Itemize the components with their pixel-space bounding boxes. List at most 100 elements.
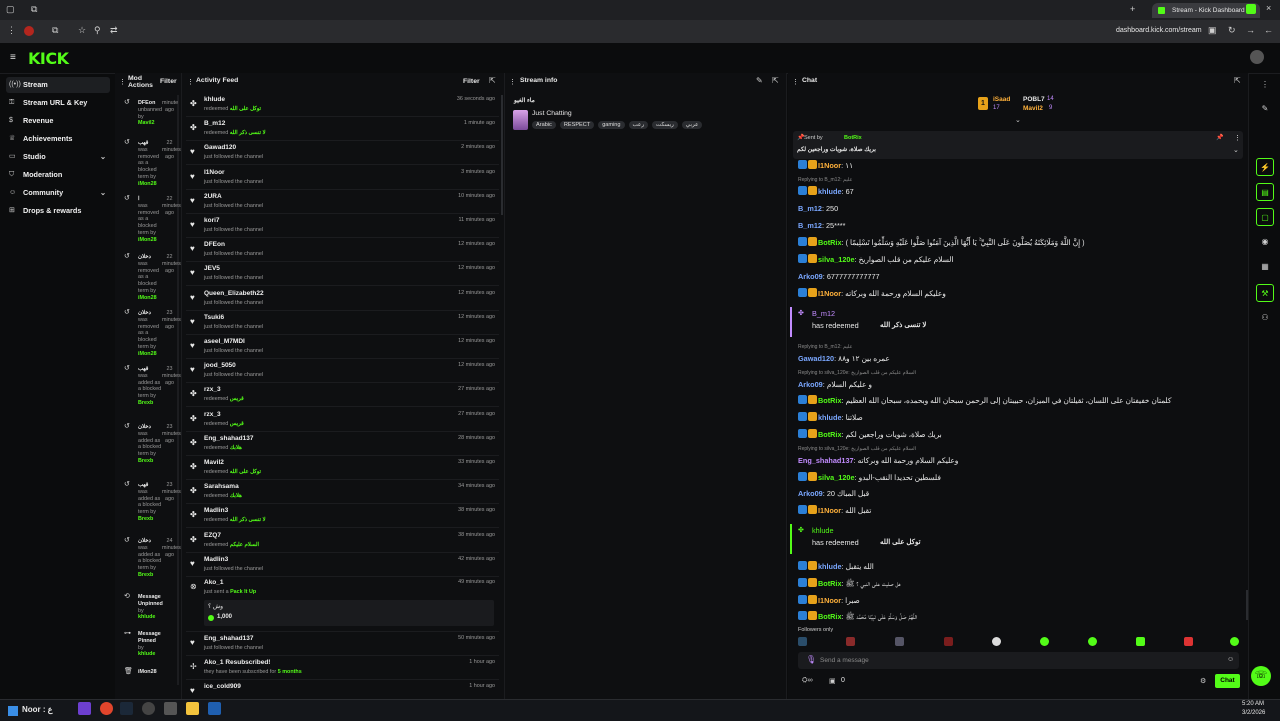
chevron-down-icon[interactable]: ⌄ — [1233, 146, 1239, 154]
emote-picker-icon[interactable]: ☺ — [1227, 656, 1234, 663]
more-vert-icon[interactable]: ⋮ — [7, 25, 16, 36]
mod-action-by[interactable]: Brexb — [122, 572, 177, 579]
reply-context[interactable]: Replying to B_m12: عليم — [798, 177, 853, 183]
help-chat-button[interactable]: ☏ — [1251, 666, 1271, 686]
more-vert-icon[interactable]: ⋮ — [1256, 76, 1274, 94]
chat-username[interactable]: Gawad120 — [798, 354, 834, 363]
feed-username[interactable]: JEV5 — [204, 265, 220, 272]
scrollbar[interactable] — [177, 95, 179, 685]
browser-tab[interactable]: Stream - Kick Dashboard × — [1152, 3, 1260, 18]
feed-username[interactable]: Eng_shahad137 — [204, 635, 254, 642]
clock-date[interactable]: 3/2/2026 — [1242, 710, 1265, 716]
popout-icon[interactable]: ⇱ — [489, 76, 496, 85]
points-icon[interactable]: ⛭∞ — [802, 677, 813, 685]
chat-settings-icon[interactable]: ⚙ — [1200, 677, 1206, 685]
mod-action-by[interactable]: iMon28 — [122, 237, 177, 244]
feed-row[interactable]: ♥ aseel_M7MDI just followed the channel 12 … — [186, 335, 499, 359]
leader-name[interactable]: iSaad — [993, 96, 1010, 103]
feed-row[interactable]: ✤ B_m12 redeemed لا تنسى ذكر الله 1 minute … — [186, 117, 499, 142]
feed-username[interactable]: Madlin3 — [204, 556, 228, 563]
feed-row[interactable]: ♥ Queen_Elizabeth22 just followed the chan… — [186, 287, 499, 311]
feed-row[interactable]: ♥ JEV5 just followed the channel 12 minutes… — [186, 262, 499, 287]
chat-username[interactable]: Eng_shahad137 — [798, 456, 854, 465]
folder-taskbar-icon[interactable] — [186, 702, 199, 715]
mod-action-by[interactable]: Brexb — [122, 458, 177, 465]
chat-username[interactable]: khlude — [818, 413, 842, 422]
extensions-icon[interactable]: ⧉ — [52, 25, 58, 36]
drag-handle-icon[interactable]: ⋮ — [187, 78, 194, 86]
feed-row[interactable]: ✤ Mavil2 redeemed توكل على الله 33 minutes … — [186, 456, 499, 480]
back-icon[interactable]: ← — [1264, 25, 1273, 35]
wrench-icon[interactable]: ⚒ — [1256, 284, 1274, 302]
chevron-down-icon[interactable]: ⌄ — [1015, 116, 1021, 124]
chrome-taskbar-icon[interactable] — [100, 702, 113, 715]
emote-icon[interactable] — [1184, 637, 1193, 646]
app-taskbar-icon[interactable] — [208, 702, 221, 715]
window-close-icon[interactable]: × — [1266, 3, 1271, 13]
kick-logo[interactable]: KICK — [28, 49, 69, 68]
feed-username[interactable]: Gawad120 — [204, 144, 236, 151]
chat-username[interactable]: B_m12 — [798, 221, 822, 230]
edit-icon[interactable]: ✎ — [1256, 100, 1274, 118]
chat-username[interactable]: Arko09 — [798, 489, 823, 498]
emote-icon[interactable] — [1088, 637, 1097, 646]
chat-username[interactable]: Arko09 — [798, 380, 823, 389]
chat-username[interactable]: Arko09 — [798, 272, 823, 281]
scrollbar[interactable] — [1246, 590, 1248, 620]
feed-row[interactable]: ♥ Madlin3 just followed the channel 42 minu… — [186, 553, 499, 577]
feed-row[interactable]: ♥ DFEon just followed the channel 12 minute… — [186, 238, 499, 263]
chat-username[interactable]: I1Noor — [818, 506, 841, 515]
windows-start-icon[interactable] — [8, 706, 18, 716]
app-taskbar-icon[interactable] — [78, 702, 91, 715]
mod-action-by[interactable]: Mavil2 — [122, 120, 177, 127]
more-options-icon[interactable]: ⋮ — [1234, 134, 1241, 142]
chat-username[interactable]: I1Noor — [818, 596, 841, 605]
feed-username[interactable]: Queen_Elizabeth22 — [204, 290, 264, 297]
group-icon[interactable]: ⚇ — [1256, 309, 1274, 327]
emote-icon[interactable] — [944, 637, 953, 646]
unpin-icon[interactable]: 📌 — [1216, 134, 1223, 141]
scrollbar[interactable] — [501, 95, 503, 215]
feed-username[interactable]: Ako_1 Resubscribed! — [204, 659, 270, 666]
activity-feed-filter-button[interactable]: Filter — [463, 78, 480, 85]
emote-icon[interactable] — [1040, 637, 1049, 646]
steam-taskbar-icon[interactable] — [120, 702, 133, 715]
feed-username[interactable]: rzx_3 — [204, 411, 221, 418]
mod-action-by[interactable]: Brexb — [122, 516, 177, 523]
feed-row[interactable]: ✤ Eng_shahad137 redeemed هلابك 28 minutes a… — [186, 432, 499, 456]
taskbar-preview[interactable]: Noor : ع — [22, 705, 53, 714]
mod-action-by[interactable]: iMon28 — [122, 295, 177, 302]
feed-username[interactable]: Tsuki6 — [204, 314, 224, 321]
feed-username[interactable]: Sarahsama — [204, 483, 239, 490]
feed-row[interactable]: ✤ rzx_3 redeemed قريس 27 minutes ago — [186, 408, 499, 432]
chat-username[interactable]: BotRix — [818, 579, 842, 588]
chat-bubble-icon[interactable]: ▢ — [1256, 208, 1274, 226]
sidebar-item-studio[interactable]: ▭ Studio ⌄ — [6, 149, 110, 165]
broadcast-icon[interactable]: ◉ — [1256, 233, 1274, 251]
chat-username[interactable]: khlude — [818, 562, 842, 571]
emote-icon[interactable] — [1230, 637, 1239, 646]
sidebar-item-revenue[interactable]: $ Revenue — [6, 113, 110, 129]
leader-name[interactable]: Mavil2 — [1023, 105, 1043, 112]
feed-username[interactable]: rzx_3 — [204, 386, 221, 393]
feed-username[interactable]: kori7 — [204, 217, 220, 224]
reload-icon[interactable]: ↻ — [1228, 25, 1236, 36]
feed-row[interactable]: ✤ EZQ7 redeemed السلام عليكم 38 minutes ago — [186, 529, 499, 553]
mod-action-by[interactable]: Brexb — [122, 400, 177, 407]
feed-row[interactable]: ♥ Eng_shahad137 just followed the channel 5… — [186, 632, 499, 656]
page-info-icon[interactable]: ▣ — [1208, 25, 1217, 36]
emote-icon[interactable] — [895, 637, 904, 646]
feed-row[interactable]: ✤ Madlin3 redeemed لا تنسى ذكر الله 38 minu… — [186, 504, 499, 529]
feed-username[interactable]: 2URA — [204, 193, 222, 200]
redeem-user[interactable]: khlude — [812, 526, 834, 535]
window-menu-icon[interactable]: ▢ — [6, 4, 15, 15]
forward-icon[interactable]: → — [1246, 25, 1255, 35]
tab-actions-icon[interactable]: ⧉ — [31, 4, 37, 15]
feed-row[interactable]: ♥ Gawad120 just followed the channel 2 minu… — [186, 141, 499, 166]
doc-icon[interactable]: ▤ — [1256, 183, 1274, 201]
feed-username[interactable]: khlude — [204, 96, 225, 103]
feed-row[interactable]: ♥ kori7 just followed the channel 11 minute… — [186, 214, 499, 238]
flash-icon[interactable]: ⚡ — [1256, 158, 1274, 176]
avatar[interactable] — [1250, 50, 1264, 64]
feed-username[interactable]: Madlin3 — [204, 507, 228, 514]
